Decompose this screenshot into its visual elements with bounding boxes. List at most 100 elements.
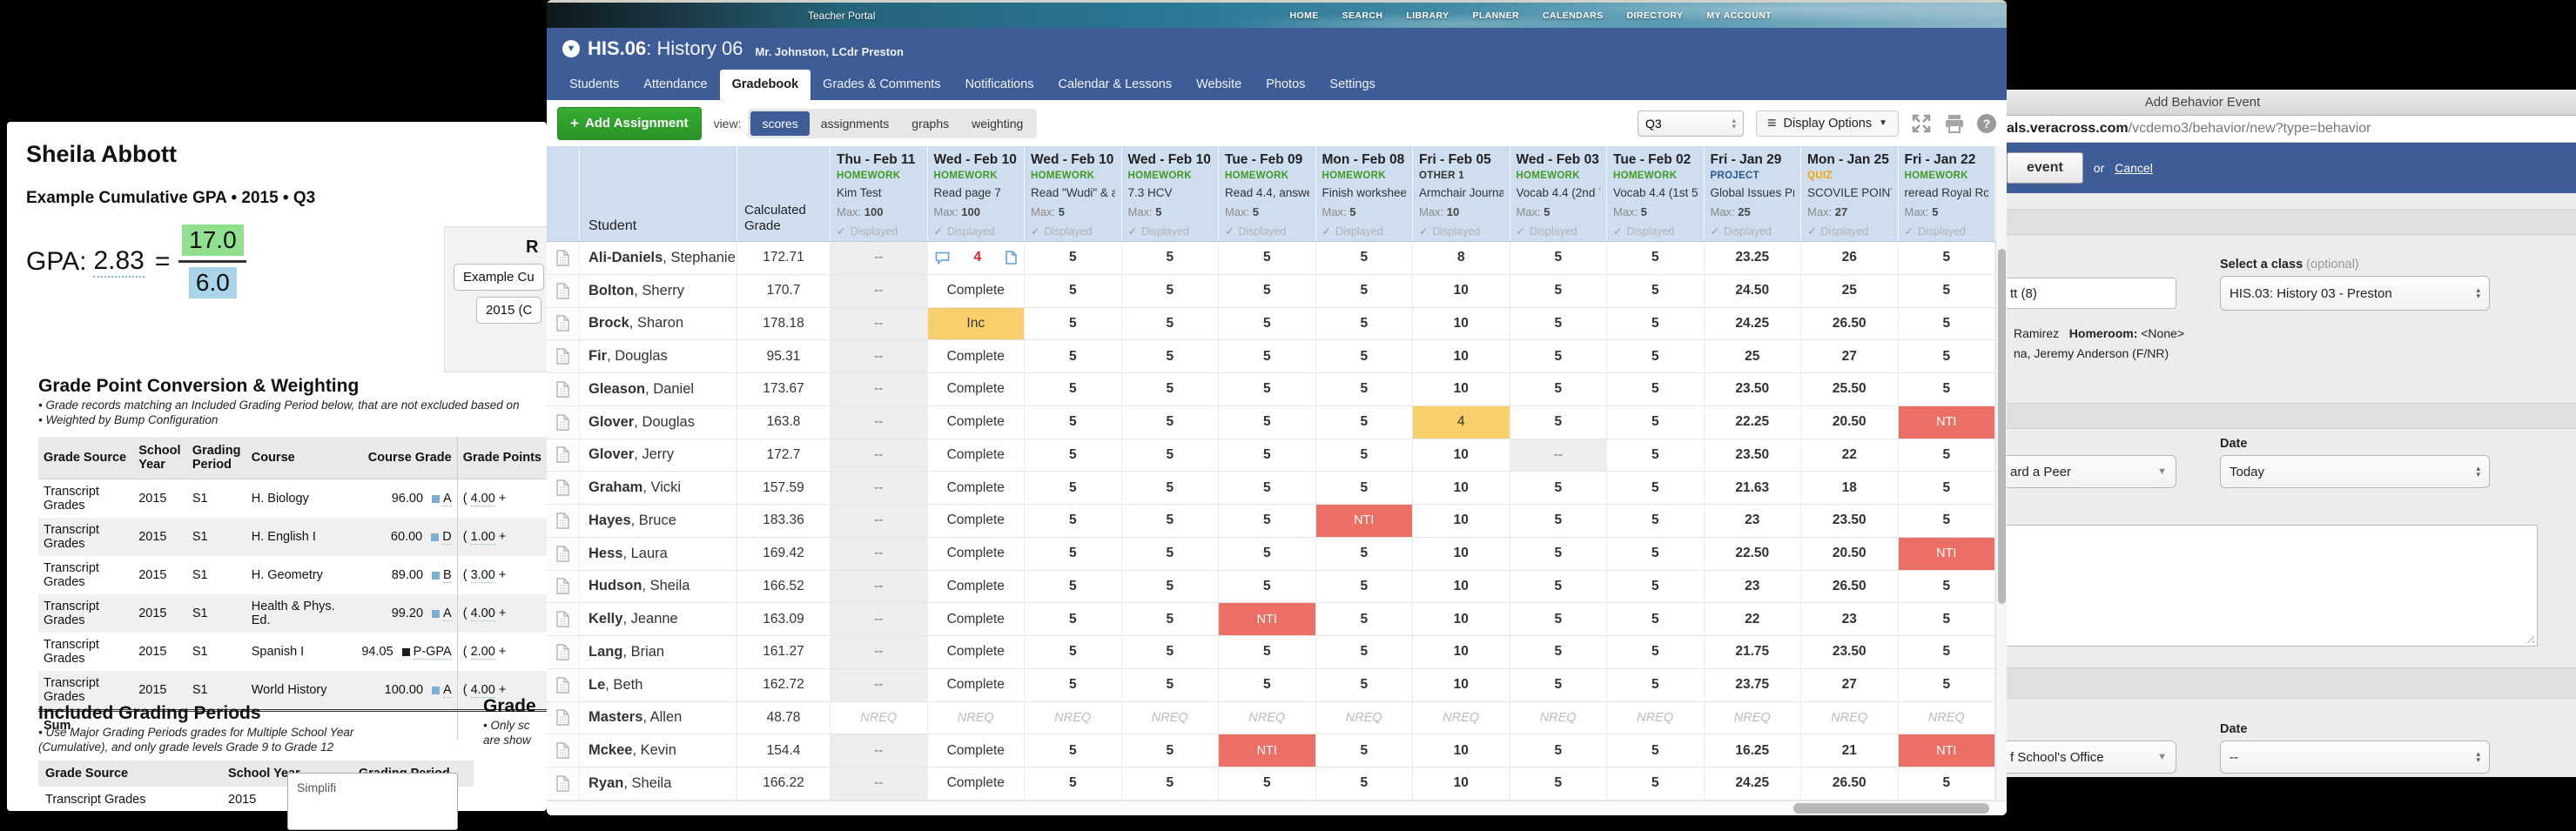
score-cell[interactable]: 22 (1705, 603, 1801, 635)
row-document-button[interactable] (547, 405, 580, 439)
class-select[interactable]: HIS.03: History 03 - Preston ▴ ▾ (2220, 276, 2490, 311)
score-cell[interactable]: -- (831, 570, 928, 603)
score-cell[interactable]: 5 (1899, 603, 1995, 635)
assignment-column-header[interactable]: Tue - Feb 09 HOMEWORK Read 4.4, answer ? Ma… (1219, 146, 1316, 241)
score-cell[interactable]: NREQ (1607, 701, 1705, 734)
student-name[interactable]: Fir, Douglas (580, 340, 737, 372)
grade-letter[interactable]: P-GPA (413, 645, 452, 660)
points-value[interactable]: 4.00 (470, 492, 495, 506)
score-cell[interactable]: 5 (1025, 603, 1122, 635)
score-cell[interactable]: 5 (1607, 603, 1705, 635)
score-cell[interactable]: 5 (1510, 373, 1607, 405)
score-cell[interactable]: NREQ (1025, 701, 1122, 734)
score-cell[interactable]: 25.50 (1801, 373, 1899, 405)
student-name[interactable]: Gleason, Daniel (580, 373, 737, 405)
score-cell[interactable]: 5 (1122, 242, 1219, 274)
score-cell[interactable]: NREQ (831, 701, 928, 734)
score-cell[interactable]: 5 (1316, 242, 1413, 274)
score-cell[interactable]: 5 (1025, 668, 1122, 701)
help-icon[interactable]: ? (1977, 113, 1996, 133)
score-cell[interactable]: 10 (1413, 570, 1510, 603)
score-cell[interactable]: 5 (1510, 472, 1607, 504)
score-cell[interactable]: 20.50 (1801, 537, 1899, 570)
score-cell[interactable]: 10 (1413, 668, 1510, 701)
score-cell[interactable]: 5 (1510, 405, 1607, 439)
scrollbar-thumb[interactable] (1793, 803, 1989, 814)
score-cell[interactable]: -- (831, 307, 928, 340)
score-cell[interactable]: 5 (1025, 472, 1122, 504)
year-select[interactable]: 2015 (C (476, 297, 542, 324)
class-caret-icon[interactable]: ▼ (562, 40, 580, 57)
student-name[interactable]: Ryan, Sheila (580, 767, 737, 800)
score-cell[interactable]: 5 (1316, 439, 1413, 472)
score-cell[interactable]: 5 (1899, 439, 1995, 472)
portal-brand[interactable]: Teacher Portal (808, 10, 875, 22)
score-cell[interactable]: 5 (1607, 734, 1705, 767)
score-cell[interactable]: 5 (1122, 439, 1219, 472)
row-document-button[interactable] (547, 668, 580, 701)
assignment-column-header[interactable]: Wed - Feb 10 HOMEWORK 7.3 HCV Max: 5 ✓ Displa… (1122, 146, 1219, 241)
score-cell[interactable]: -- (831, 274, 928, 307)
score-cell[interactable]: 5 (1025, 537, 1122, 570)
score-cell[interactable]: 4 (928, 242, 1025, 274)
view-weighting[interactable]: weighting (960, 111, 1034, 136)
score-cell[interactable]: 26.50 (1801, 307, 1899, 340)
assignment-column-header[interactable]: Fri - Feb 05 OTHER 1 Armchair Journalis Max… (1413, 146, 1510, 241)
score-cell[interactable]: 5 (1510, 668, 1607, 701)
score-cell[interactable]: 5 (1510, 340, 1607, 372)
score-cell[interactable]: Complete (928, 603, 1025, 635)
score-cell[interactable]: Complete (928, 505, 1025, 537)
nav-item-library[interactable]: LIBRARY (1406, 10, 1449, 21)
row-document-button[interactable] (547, 373, 580, 405)
score-cell[interactable]: 5 (1899, 570, 1995, 603)
score-cell[interactable]: 5 (1122, 340, 1219, 372)
score-cell[interactable]: 5 (1219, 274, 1316, 307)
score-cell[interactable]: 10 (1413, 340, 1510, 372)
score-cell[interactable]: 5 (1316, 373, 1413, 405)
score-cell[interactable]: 5 (1219, 405, 1316, 439)
score-cell[interactable]: NTI (1315, 505, 1413, 537)
date-select[interactable]: Today ▴ ▾ (2220, 455, 2490, 488)
score-cell[interactable]: NTI (1898, 405, 1995, 439)
score-cell[interactable]: 5 (1607, 505, 1705, 537)
score-cell[interactable]: NREQ (1413, 701, 1510, 734)
score-cell[interactable]: 5 (1122, 472, 1219, 504)
score-cell[interactable]: 5 (1607, 274, 1705, 307)
score-cell[interactable]: 25 (1705, 340, 1801, 372)
score-cell[interactable]: 23.25 (1705, 242, 1801, 274)
scrollbar-thumb[interactable] (1998, 249, 2006, 604)
score-cell[interactable]: 5 (1607, 340, 1705, 372)
score-cell[interactable]: 5 (1219, 373, 1316, 405)
score-cell[interactable]: 5 (1219, 307, 1316, 340)
score-cell[interactable]: 5 (1025, 767, 1122, 800)
score-cell[interactable]: NREQ (928, 701, 1025, 734)
score-cell[interactable]: 5 (1607, 668, 1705, 701)
gpa-value[interactable]: 2.83 (93, 246, 145, 278)
display-options-button[interactable]: ≡ Display Options ▼ (1756, 110, 1899, 137)
score-cell[interactable]: 5 (1316, 636, 1413, 668)
score-cell[interactable]: -- (831, 439, 928, 472)
score-cell[interactable]: 21.63 (1705, 472, 1801, 504)
score-cell[interactable]: Complete (928, 340, 1025, 372)
student-name[interactable]: Ali-Daniels, Stephanie (580, 242, 737, 274)
score-cell[interactable]: 5 (1607, 767, 1705, 800)
score-cell[interactable]: 5 (1316, 472, 1413, 504)
score-cell[interactable]: 26 (1801, 242, 1899, 274)
nav-item-planner[interactable]: PLANNER (1472, 10, 1519, 21)
score-cell[interactable]: 5 (1607, 570, 1705, 603)
tab-grades-comments[interactable]: Grades & Comments (810, 70, 952, 100)
score-cell[interactable]: -- (831, 603, 928, 635)
score-cell[interactable]: NTI (1898, 734, 1995, 767)
score-cell[interactable]: 10 (1413, 373, 1510, 405)
score-cell[interactable]: NREQ (1705, 701, 1801, 734)
score-cell[interactable]: 5 (1510, 537, 1607, 570)
row-document-button[interactable] (547, 734, 580, 767)
row-document-button[interactable] (547, 472, 580, 504)
score-cell[interactable]: 23 (1705, 570, 1801, 603)
tab-settings[interactable]: Settings (1317, 70, 1387, 100)
open-dropdown-fragment[interactable]: Simplifi (287, 773, 458, 830)
dropdown-option-fragment[interactable]: Simplifi (297, 781, 336, 794)
row-document-button[interactable] (547, 636, 580, 668)
score-cell[interactable]: 4 (1413, 405, 1510, 439)
score-cell[interactable]: 5 (1899, 505, 1995, 537)
